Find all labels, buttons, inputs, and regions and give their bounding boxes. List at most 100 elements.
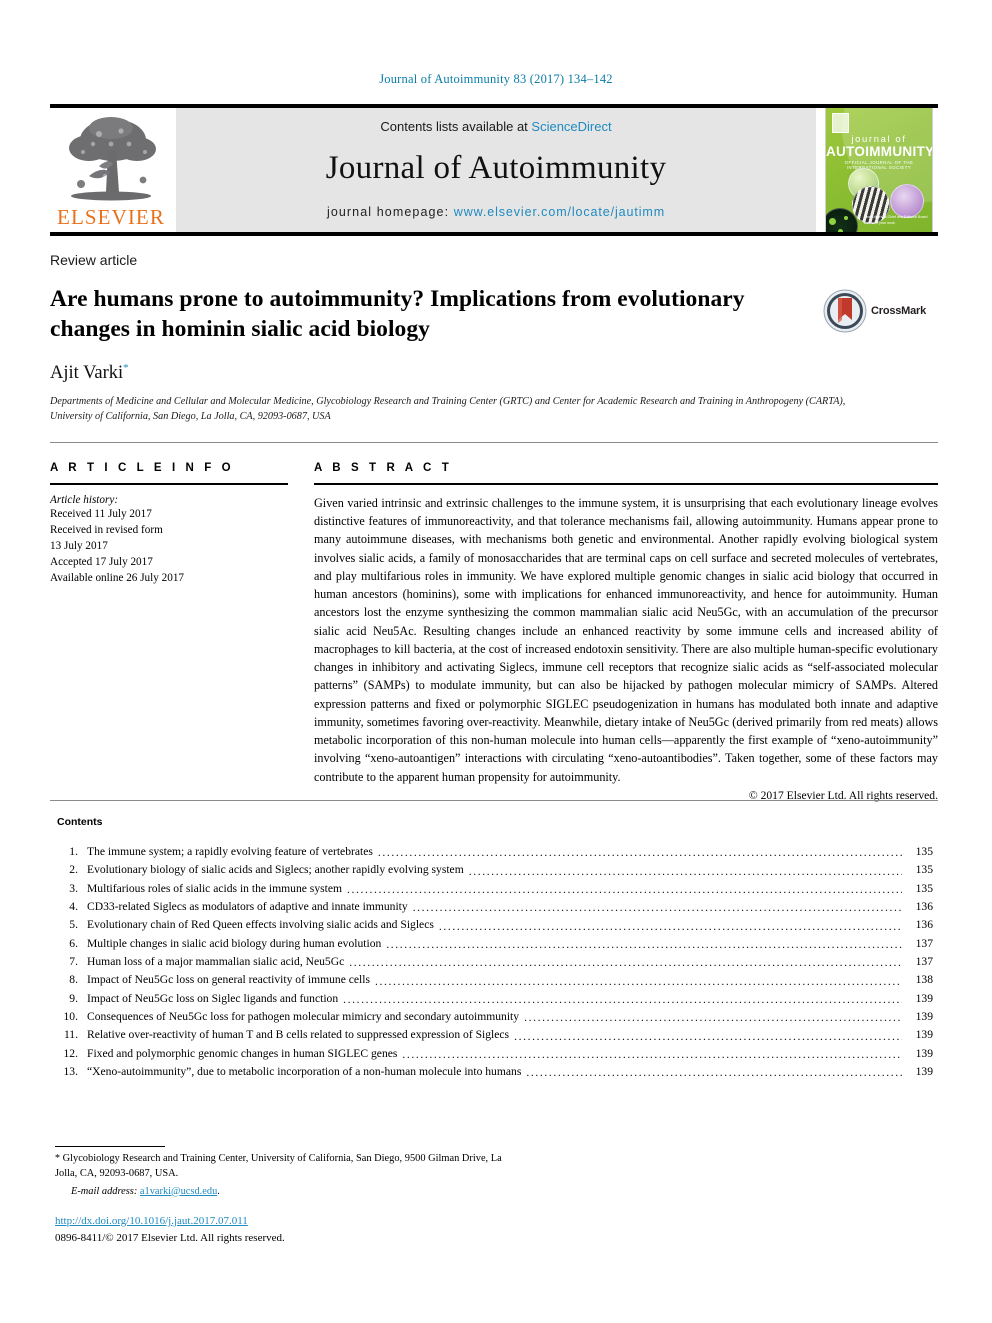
toc-number: 7.	[69, 955, 78, 969]
list-item[interactable]: 10. Consequences of Neu5Gc loss for path…	[57, 1010, 934, 1024]
info-abstract-row: A R T I C L E I N F O Article history: R…	[50, 462, 938, 802]
toc-leader-dots: ........................................…	[347, 883, 902, 896]
list-item[interactable]: 8. Impact of Neu5Gc loss on general reac…	[57, 974, 933, 987]
journal-title: Journal of Autoimmunity	[325, 150, 667, 186]
toc-leader-dots: ........................................…	[514, 1030, 902, 1043]
toc-label[interactable]: Evolutionary biology of sialic acids and…	[87, 864, 464, 877]
toc-page-number: 137	[915, 936, 933, 950]
toc-leader-dots: ........................................…	[343, 993, 902, 1006]
toc-label[interactable]: Evolutionary chain of Red Queen effects …	[87, 919, 434, 932]
toc-label[interactable]: Relative over-reactivity of human T and …	[87, 1029, 509, 1042]
list-item[interactable]: 13. “Xeno-autoimmunity”, due to metaboli…	[57, 1065, 934, 1079]
author-name: Ajit Varki	[50, 362, 124, 383]
toc-number: 4.	[69, 900, 78, 914]
list-item[interactable]: 7. Human loss of a major mammalian siali…	[57, 955, 933, 969]
toc-label[interactable]: Multiple changes in sialic acid biology …	[87, 937, 381, 951]
abstract-text: Given varied intrinsic and extrinsic cha…	[314, 496, 938, 784]
footnote-section: * Glycobiology Research and Training Cen…	[55, 1146, 525, 1197]
history-item: 13 July 2017	[50, 539, 108, 552]
abstract-rule	[314, 483, 938, 485]
issn-copyright-line: 0896-8411/© 2017 Elsevier Ltd. All right…	[55, 1232, 285, 1244]
running-head: Journal of Autoimmunity 83 (2017) 134–14…	[379, 72, 613, 86]
crossmark-badge[interactable]: CrossMark	[823, 287, 935, 335]
toc-number: 1.	[69, 845, 78, 858]
toc-label[interactable]: Human loss of a major mammalian sialic a…	[87, 955, 344, 969]
list-item[interactable]: 9. Impact of Neu5Gc loss on Siglec ligan…	[57, 991, 933, 1006]
journal-homepage-link[interactable]: www.elsevier.com/locate/jautimm	[454, 205, 665, 219]
article-history-label: Article history:	[50, 494, 119, 506]
email-label: E-mail address:	[71, 1185, 138, 1197]
history-item: Received in revised form	[50, 523, 163, 536]
abstract-heading: A B S T R A C T	[314, 462, 453, 474]
toc-label[interactable]: CD33-related Siglecs as modulators of ad…	[87, 900, 408, 914]
toc-number: 5.	[69, 918, 78, 932]
toc-page-number: 135	[915, 845, 933, 858]
toc-leader-dots: ........................................…	[402, 1048, 902, 1061]
journal-masthead: ELSEVIER Contents lists available at Sci…	[50, 104, 938, 236]
toc-page-number: 139	[915, 1046, 933, 1060]
journal-cover-thumbnail[interactable]: journal of AUTOIMMUNITY OFFICIAL JOURNAL…	[820, 108, 938, 232]
history-item: Available online 26 July 2017	[50, 571, 185, 584]
toc-leader-dots: ........................................…	[375, 975, 902, 988]
toc-page-number: 139	[915, 1010, 933, 1024]
toc-label[interactable]: “Xeno-autoimmunity”, due to metabolic in…	[87, 1065, 521, 1079]
contents-section: Contents 1. The immune system; a rapidly…	[57, 816, 933, 1084]
footnote-marker: *	[55, 1153, 60, 1164]
article-info-column: A R T I C L E I N F O Article history: R…	[50, 462, 302, 802]
toc-leader-dots: ........................................…	[412, 902, 902, 914]
list-item[interactable]: 12. Fixed and polymorphic genomic change…	[57, 1046, 934, 1061]
abstract-bottom-divider	[50, 800, 938, 801]
corresponding-author-marker[interactable]: *	[123, 362, 129, 374]
toc-leader-dots: ........................................…	[468, 865, 902, 878]
list-item[interactable]: 6. Multiple changes in sialic acid biolo…	[57, 936, 933, 951]
cover-elsevier-mini-logo-icon	[832, 113, 849, 133]
corresponding-author-note: * Glycobiology Research and Training Cen…	[55, 1152, 525, 1182]
list-item[interactable]: 1. The immune system; a rapidly evolving…	[57, 845, 933, 859]
toc-label[interactable]: Consequences of Neu5Gc loss for pathogen…	[87, 1010, 519, 1024]
footnote-divider	[55, 1146, 165, 1147]
page-title: Are humans prone to autoimmunity? Implic…	[50, 285, 745, 343]
history-item: Received 11 July 2017	[50, 508, 152, 520]
toc-label[interactable]: Impact of Neu5Gc loss on Siglec ligands …	[87, 992, 338, 1006]
toc-page-number: 138	[915, 973, 933, 987]
toc-label[interactable]: Impact of Neu5Gc loss on general reactiv…	[87, 974, 370, 987]
journal-homepage-line: journal homepage: www.elsevier.com/locat…	[327, 205, 665, 219]
toc-number: 6.	[69, 936, 78, 950]
cover-society-label: OFFICIAL JOURNAL OF THE INTERNATIONAL SO…	[844, 160, 914, 170]
journal-band: Contents lists available at ScienceDirec…	[176, 108, 816, 232]
toc-number: 9.	[69, 991, 78, 1005]
list-item[interactable]: 2. Evolutionary biology of sialic acids …	[57, 864, 933, 877]
toc-number: 10.	[63, 1010, 79, 1024]
toc-label[interactable]: The immune system; a rapidly evolving fe…	[87, 845, 373, 859]
toc-leader-dots: ........................................…	[386, 938, 902, 951]
crossmark-logo-icon	[823, 289, 867, 333]
list-item[interactable]: 11. Relative over-reactivity of human T …	[57, 1029, 933, 1042]
article-info-heading: A R T I C L E I N F O	[50, 462, 235, 474]
toc-leader-dots: ........................................…	[526, 1067, 902, 1079]
cover-autoimmunity-label: AUTOIMMUNITY	[826, 144, 933, 159]
toc-label[interactable]: Fixed and polymorphic genomic changes in…	[87, 1047, 397, 1061]
toc-number: 2.	[69, 863, 78, 877]
author-list: Ajit Varki*	[50, 362, 938, 384]
list-item[interactable]: 3. Multifarious roles of sialic acids in…	[57, 881, 933, 896]
toc-page-number: 139	[915, 1028, 933, 1042]
article-category: Review article	[50, 252, 138, 268]
title-block: Review article Are humans prone to autoi…	[50, 252, 938, 425]
toc-label[interactable]: Multifarious roles of sialic acids in th…	[87, 882, 342, 896]
toc-page-number: 135	[915, 881, 933, 895]
doi-link[interactable]: http://dx.doi.org/10.1016/j.jaut.2017.07…	[55, 1215, 248, 1227]
sciencedirect-link[interactable]: ScienceDirect	[531, 119, 611, 134]
email-link[interactable]: a1varki@ucsd.edu	[140, 1186, 217, 1197]
toc-page-number: 139	[915, 1065, 933, 1079]
journal-cover-art: journal of AUTOIMMUNITY OFFICIAL JOURNAL…	[825, 108, 933, 232]
toc-number: 12.	[63, 1046, 79, 1060]
paper-first-page: Journal of Autoimmunity 83 (2017) 134–14…	[0, 0, 992, 1323]
list-item[interactable]: 5. Evolutionary chain of Red Queen effec…	[57, 919, 933, 932]
list-item[interactable]: 4. CD33-related Siglecs as modulators of…	[57, 900, 933, 914]
elsevier-tree-icon	[56, 112, 166, 207]
toc-leader-dots: ........................................…	[524, 1012, 902, 1024]
toc-leader-dots: ........................................…	[377, 847, 902, 859]
info-top-divider	[50, 442, 938, 443]
abstract-column: A B S T R A C T Given varied intrinsic a…	[302, 462, 938, 802]
email-suffix: .	[217, 1185, 220, 1197]
